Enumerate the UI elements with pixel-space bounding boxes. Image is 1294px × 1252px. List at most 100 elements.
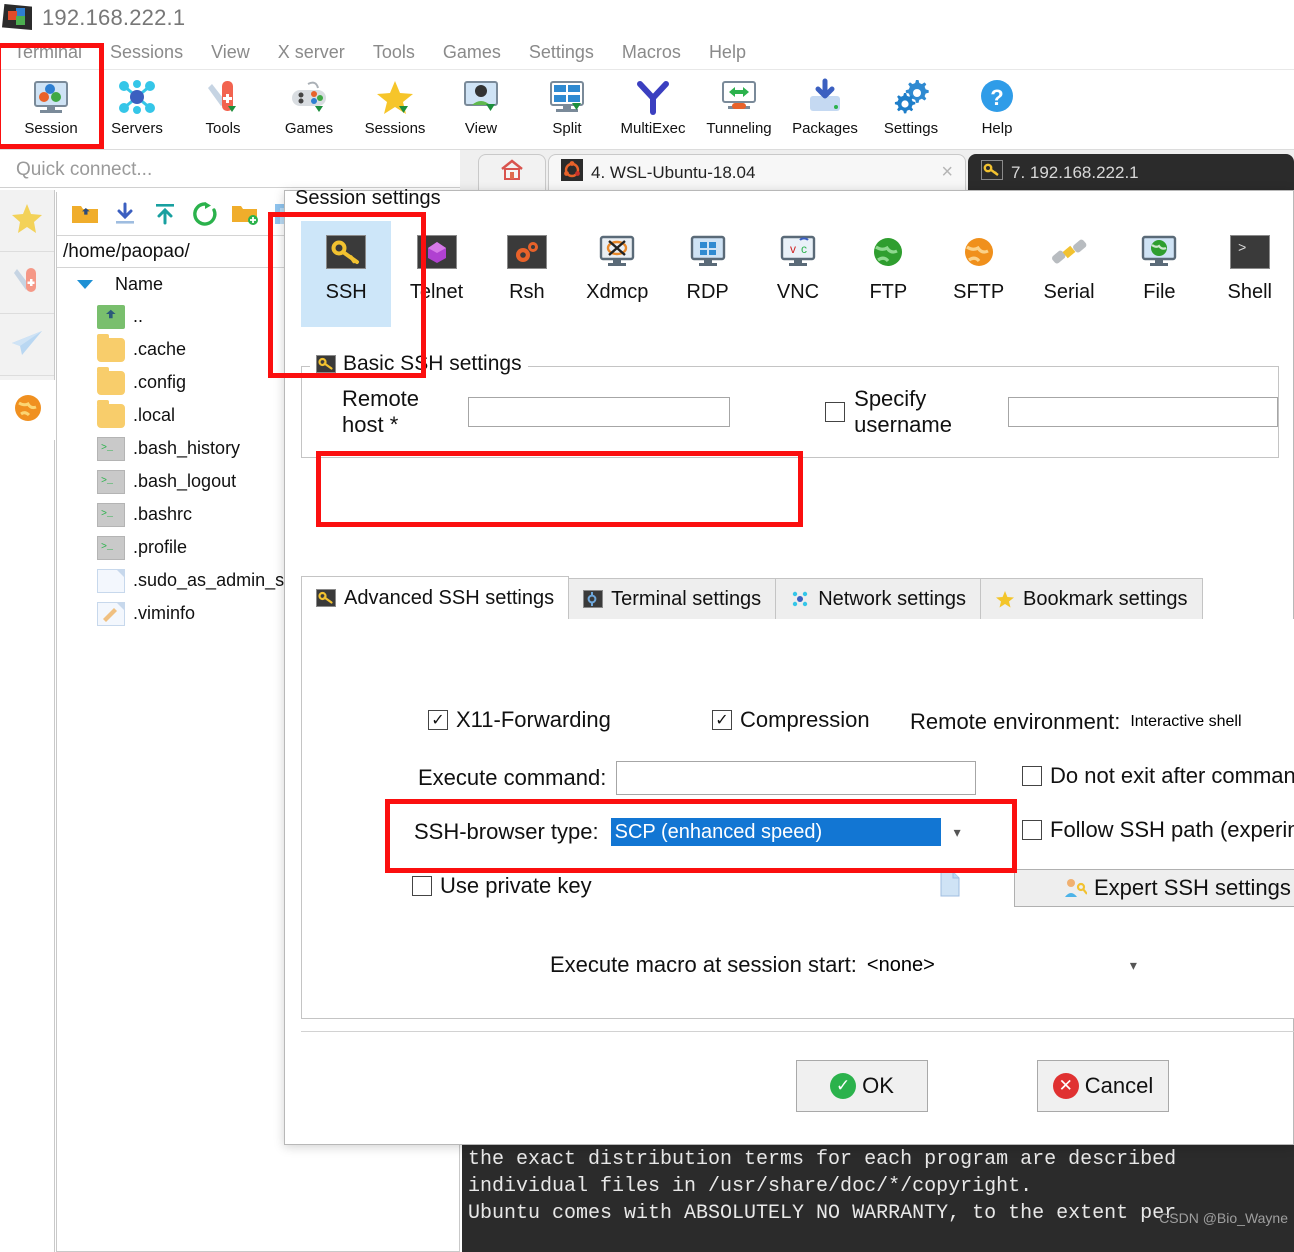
folder-up-icon[interactable] [65,197,105,231]
private-key-input[interactable] [602,869,964,903]
upload-icon[interactable] [145,197,185,231]
chevron-down-icon: ▾ [1129,956,1137,973]
execute-command-input[interactable] [616,761,977,795]
network-nodes-icon [790,590,810,608]
protocol-ssh-label: SSH [325,281,367,303]
toolbar-multiexec-button[interactable]: MultiExec [610,70,696,137]
tab-bookmark-settings[interactable]: Bookmark settings [980,578,1203,620]
terminal-output[interactable]: The programs included with the Ubuntu sy… [462,1129,1294,1252]
protocol-file-label: File [1143,281,1176,303]
specify-username-checkbox[interactable] [825,402,846,422]
mobaxterm-logo-icon [2,4,32,30]
use-private-key-checkbox[interactable] [412,876,432,896]
tab-advanced-ssh-settings[interactable]: Advanced SSH settings [301,576,570,620]
rail-globe-button[interactable] [0,380,55,440]
toolbar-tunneling-label: Tunneling [706,120,772,137]
new-folder-icon[interactable] [225,197,265,231]
toolbar-tools-button[interactable]: Tools [180,70,266,137]
tab-ssh-session[interactable]: 7. 192.168.222.1 [968,154,1294,190]
remote-host-input[interactable] [468,397,731,427]
watermark-text: CSDN @Bio_Wayne [1159,1210,1288,1226]
list-item-label: .local [133,405,176,425]
remote-environment-select[interactable]: Interactive shell [1130,705,1282,739]
username-input[interactable] [1008,397,1278,427]
menu-sessions[interactable]: Sessions [96,42,197,63]
tab-network-settings[interactable]: Network settings [775,578,982,620]
menu-terminal[interactable]: Terminal [0,42,96,63]
toolbar-packages-label: Packages [792,120,858,137]
tab-terminal-settings[interactable]: Terminal settings [568,578,777,620]
tab-advanced-ssh-label: Advanced SSH settings [344,586,555,609]
list-item-label: .cache [133,339,187,359]
execute-macro-select[interactable]: <none> ▾ [867,947,1149,983]
protocol-ssh[interactable]: SSH [301,221,392,327]
list-item-label: .sudo_as_admin_s [133,570,285,590]
protocol-rsh-label: Rsh [509,281,545,303]
tunneling-icon [718,76,760,118]
menu-macros[interactable]: Macros [608,42,695,63]
compression-row[interactable]: ✓ Compression [712,707,870,733]
menu-games[interactable]: Games [429,42,515,63]
download-icon[interactable] [105,197,145,231]
tab-home[interactable] [478,154,546,190]
protocol-rdp[interactable]: RDP [662,221,752,327]
toolbar-packages-button[interactable]: Packages [782,70,868,137]
expert-ssh-settings-button[interactable]: Expert SSH settings [1014,869,1294,907]
follow-ssh-path-checkbox[interactable] [1022,820,1042,840]
menu-x-server[interactable]: X server [264,42,359,63]
protocol-file[interactable]: File [1114,221,1204,327]
menu-help[interactable]: Help [695,42,760,63]
menu-view[interactable]: View [197,42,264,63]
ok-button[interactable]: ✓ OK [796,1060,928,1112]
follow-ssh-path-row[interactable]: Follow SSH path (experimental) [1022,817,1294,843]
ssh-browser-type-select[interactable]: SCP (enhanced speed) ▾ [609,815,971,849]
quick-connect-placeholder: Quick connect... [16,158,153,180]
file-browse-icon[interactable] [940,871,960,902]
do-not-exit-checkbox[interactable] [1022,766,1042,786]
toolbar-settings-button[interactable]: Settings [868,70,954,137]
rail-bookmarks-button[interactable] [0,190,54,252]
toolbar-sessions-button[interactable]: Sessions [352,70,438,137]
refresh-icon[interactable] [185,197,225,231]
toolbar-tunneling-button[interactable]: Tunneling [696,70,782,137]
column-header-name: Name [115,273,164,294]
protocol-telnet[interactable]: Telnet [391,221,481,327]
toolbar-help-button[interactable]: ? Help [954,70,1040,137]
svg-text:?: ? [990,85,1003,110]
do-not-exit-row[interactable]: Do not exit after command [1022,763,1294,789]
protocol-shell-label: Shell [1227,281,1273,303]
protocol-xdmcp[interactable]: Xdmcp [572,221,662,327]
menu-settings[interactable]: Settings [515,42,608,63]
tab-close-icon[interactable]: × [941,161,953,184]
toolbar-servers-button[interactable]: Servers [94,70,180,137]
protocol-serial[interactable]: Serial [1024,221,1114,327]
protocol-shell[interactable]: > Shell [1205,221,1294,327]
folder-icon [97,366,125,395]
protocol-rsh[interactable]: Rsh [482,221,572,327]
svg-text:>: > [1238,241,1246,257]
toolbar-session-button[interactable]: Session [8,70,94,137]
protocol-ftp[interactable]: FTP [843,221,933,327]
rail-send-button[interactable] [0,314,54,376]
use-private-key-row[interactable]: Use private key [412,869,964,903]
toolbar-split-button[interactable]: Split [524,70,610,137]
terminal-settings-icon [583,590,604,608]
toolbar-view-button[interactable]: View [438,70,524,137]
menubar: Terminal Sessions View X server Tools Ga… [0,36,1294,70]
shell-prompt-icon: > [1229,235,1270,269]
menu-tools[interactable]: Tools [359,42,429,63]
protocol-sftp[interactable]: SFTP [934,221,1024,327]
tab-wsl-ubuntu[interactable]: 4. WSL-Ubuntu-18.04 × [548,154,966,190]
paper-plane-icon [10,327,44,362]
quick-connect-bar[interactable]: Quick connect... [0,152,460,188]
compression-checkbox[interactable]: ✓ [712,710,732,730]
rdp-icon [688,235,728,269]
x11-forwarding-row[interactable]: ✓ X11-Forwarding [428,707,611,733]
protocol-vnc[interactable]: v c VNC [753,221,843,327]
main-toolbar: Session Servers Tools Games Sessions Vie… [0,70,1294,150]
cancel-button[interactable]: ✕ Cancel [1037,1060,1169,1112]
toolbar-games-button[interactable]: Games [266,70,352,137]
rail-tools-button[interactable] [0,252,54,314]
toolbar-tools-label: Tools [205,120,241,137]
x11-forwarding-checkbox[interactable]: ✓ [428,710,448,730]
